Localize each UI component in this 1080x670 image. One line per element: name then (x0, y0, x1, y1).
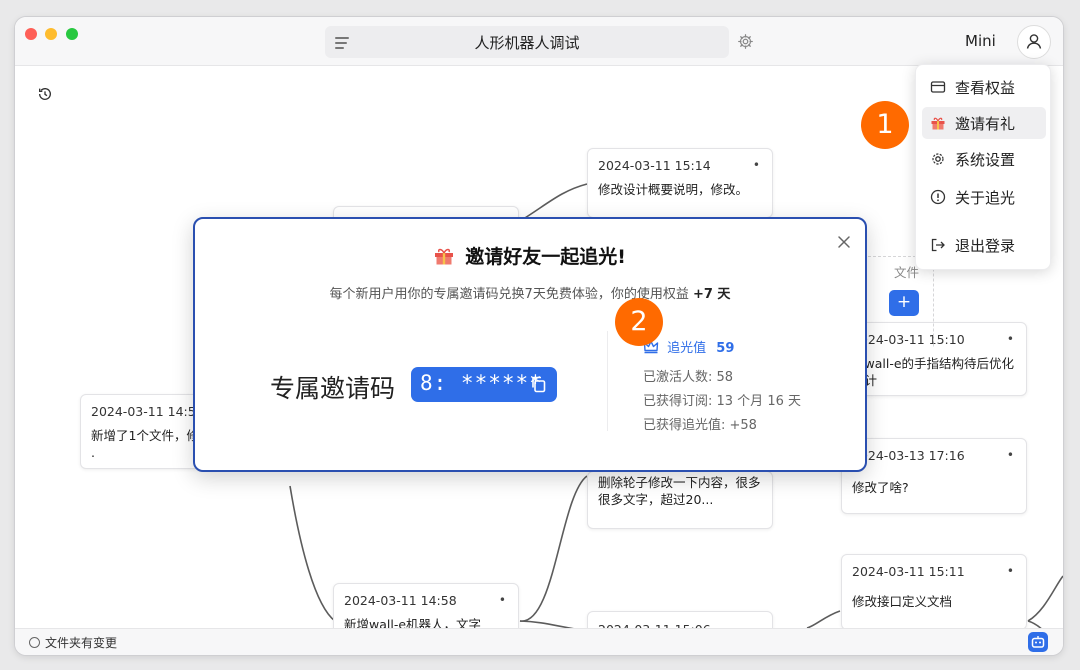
user-icon (1026, 34, 1042, 49)
robot-icon (1031, 636, 1045, 648)
card-text: 修改了啥? (852, 480, 909, 495)
step-marker-2: 2 (615, 298, 663, 346)
card-text: 修改设计概要说明，修改。 (598, 182, 749, 197)
menu-item-logout[interactable]: 退出登录 (922, 229, 1046, 261)
menu-item-label: 系统设置 (955, 151, 1016, 169)
menu-item-label: 查看权益 (955, 79, 1016, 97)
close-window-button[interactable] (25, 28, 37, 40)
card-date: 2024-03-11 14:5 (91, 404, 196, 419)
gear-icon[interactable] (737, 33, 754, 50)
status-text: 文件夹有变更 (45, 636, 118, 650)
commit-card[interactable]: 2024-03-11 15:14 • 修改设计概要说明，修改。 (587, 148, 773, 218)
card-date: 2024-03-11 14:58 (344, 593, 457, 608)
commit-card[interactable]: 删除轮子修改一下内容，很多很多文字，超过20... (587, 471, 773, 529)
more-icon[interactable]: • (1007, 564, 1014, 578)
title-bar: 人形机器人调试 Mini (15, 17, 1063, 66)
zoom-window-button[interactable] (66, 28, 78, 40)
status-circle-icon (29, 637, 40, 648)
gift-icon (931, 117, 945, 130)
card-text: 除wall-e的手指结构待后优化设计 (852, 356, 1015, 388)
logout-icon (931, 238, 945, 252)
project-title: 人形机器人调试 (474, 34, 580, 52)
menu-item-benefits[interactable]: 查看权益 (922, 71, 1046, 103)
plan-label: Mini (965, 32, 996, 50)
menu-item-settings[interactable]: 系统设置 (922, 143, 1046, 175)
activated-count: 已激活人数: 58 (643, 370, 734, 385)
menu-item-about[interactable]: 关于追光 (922, 181, 1046, 213)
card-text: 新增了1个文件，修r . (91, 428, 205, 460)
menu-item-label: 邀请有礼 (955, 115, 1016, 133)
more-icon[interactable]: • (1007, 332, 1014, 346)
menu-item-label: 关于追光 (955, 189, 1016, 207)
more-icon[interactable]: • (753, 158, 760, 172)
modal-subtitle: 每个新用户用你的专属邀请码兑换7天免费体验，你的使用权益 +7 天 (195, 283, 865, 302)
copy-icon[interactable] (530, 376, 546, 393)
invite-code-box[interactable]: 8: ****** (411, 367, 557, 402)
commit-card[interactable]: 2024-03-13 17:16 • 修改了啥? (841, 438, 1027, 514)
gift-icon (435, 248, 454, 265)
card-date: 2024-03-11 15:14 (598, 158, 711, 173)
status-bar: 文件夹有变更 (15, 628, 1063, 655)
divider (607, 331, 608, 431)
invite-stats: 追光值 59 已激活人数: 58 已获得订阅: 13 个月 16 天 已获得追光… (643, 337, 801, 433)
project-title-bar[interactable]: 人形机器人调试 (325, 26, 729, 58)
commit-card[interactable]: 2024-03-11 15:11 • 修改接口定义文档 (841, 554, 1027, 630)
invite-code-label: 专属邀请码 (270, 374, 396, 403)
menu-item-invite[interactable]: 邀请有礼 (922, 107, 1046, 139)
card-text: 删除轮子修改一下内容，很多很多文字，超过20... (598, 475, 761, 507)
add-file-button[interactable]: + (889, 290, 919, 316)
subscription-earned: 已获得订阅: 13 个月 16 天 (643, 394, 801, 409)
user-avatar-button[interactable] (1017, 25, 1051, 59)
points-label: 追光值 (667, 341, 707, 356)
points-earned: 已获得追光值: +58 (643, 418, 757, 433)
minimize-window-button[interactable] (45, 28, 57, 40)
bonus-days: +7 天 (692, 287, 731, 302)
points-value: 59 (716, 341, 735, 356)
invite-code-value: 8: ****** (420, 371, 543, 395)
card-text: 修改接口定义文档 (852, 594, 953, 609)
card-date: 2024-03-11 15:11 (852, 564, 965, 579)
more-icon[interactable]: • (499, 593, 506, 607)
gear-icon (932, 153, 944, 165)
modal-header: 邀请好友一起追光! (195, 242, 865, 269)
card-date: 2024-03-13 17:16 (852, 448, 965, 463)
more-icon[interactable]: • (1007, 448, 1014, 462)
robot-assistant-button[interactable] (1028, 632, 1048, 652)
info-icon (930, 189, 946, 205)
user-dropdown-menu: 查看权益 邀请有礼 系统设置 关于追光 退出登录 (915, 64, 1051, 270)
step-marker-1: 1 (861, 101, 909, 149)
points-row: 追光值 59 (643, 337, 801, 359)
menu-item-label: 退出登录 (955, 237, 1016, 255)
invite-modal: 邀请好友一起追光! 每个新用户用你的专属邀请码兑换7天免费体验，你的使用权益 +… (193, 217, 867, 472)
card-icon (930, 81, 946, 93)
modal-title: 邀请好友一起追光! (465, 246, 626, 268)
